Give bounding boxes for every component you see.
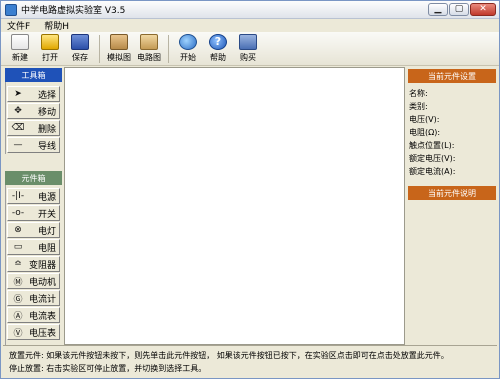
eraser-icon: ⌫ <box>11 123 25 133</box>
circuit-diagram-button[interactable]: 电路图 <box>134 32 164 66</box>
toolbox-header: 工具箱 <box>5 68 62 82</box>
help-label: 帮助 <box>210 53 226 62</box>
prop-rated-current: 额定电流(A): <box>409 167 456 176</box>
open-button[interactable]: 打开 <box>35 32 65 66</box>
lamp-icon: ⊗ <box>14 225 22 235</box>
wire-icon: — <box>13 140 23 150</box>
new-file-icon <box>11 34 29 50</box>
component-voltmeter-button[interactable]: Ⓥ 电压表 <box>7 324 60 340</box>
component-label: 变阻器 <box>29 260 57 271</box>
toolbar-separator <box>99 35 100 63</box>
title-bar: 中学电路虚拟实验室 V3.5 ▁ ▢ ✕ <box>1 1 499 19</box>
rheostat-icon: ≏ <box>14 259 22 269</box>
component-label: 开关 <box>37 209 56 220</box>
menu-file[interactable]: 文件F <box>7 19 30 32</box>
resistor-icon: ▭ <box>13 242 23 252</box>
new-button[interactable]: 新建 <box>5 32 35 66</box>
close-button[interactable]: ✕ <box>470 3 496 16</box>
circuit-diagram-icon <box>140 34 158 50</box>
sim-diagram-button[interactable]: 模拟图 <box>104 32 134 66</box>
prop-name: 名称: <box>409 89 428 98</box>
properties-panel: 当前元件设置 名称: 类别: 电压(V): 电阻(Ω): 触点位置(L): 额定… <box>406 67 499 345</box>
sim-diagram-label: 模拟图 <box>107 53 131 62</box>
toolbar-separator <box>168 35 169 63</box>
status-line-stop: 停止放置: 右击实验区可停止放置，并切换到选择工具。 <box>9 364 207 373</box>
help-icon: ? <box>209 34 227 50</box>
help-button[interactable]: ? 帮助 <box>203 32 233 66</box>
voltmeter-icon: Ⓥ <box>13 328 23 339</box>
components-header: 元件箱 <box>5 171 62 185</box>
galvanometer-icon: Ⓖ <box>13 294 23 305</box>
window-title: 中学电路虚拟实验室 V3.5 <box>21 6 126 16</box>
ammeter-icon: Ⓐ <box>13 311 23 322</box>
component-label: 电阻 <box>37 243 56 254</box>
buy-label: 购买 <box>240 53 256 62</box>
circuit-diagram-label: 电路图 <box>137 53 161 62</box>
battery-icon: -|I- <box>11 191 25 201</box>
move-tool-label: 移动 <box>37 107 56 118</box>
app-window: 中学电路虚拟实验室 V3.5 ▁ ▢ ✕ 文件F 帮助H 新建 打开 保存 模拟… <box>0 0 500 379</box>
maximize-button[interactable]: ▢ <box>449 3 469 16</box>
save-label: 保存 <box>72 53 88 62</box>
component-label: 电流计 <box>29 294 57 305</box>
select-tool-button[interactable]: ➤ 选择 <box>7 86 60 102</box>
save-button[interactable]: 保存 <box>65 32 95 66</box>
component-galvanometer-button[interactable]: Ⓖ 电流计 <box>7 290 60 306</box>
prop-resistance: 电阻(Ω): <box>409 128 441 137</box>
component-resistor-button[interactable]: ▭ 电阻 <box>7 239 60 255</box>
window-controls: ▁ ▢ ✕ <box>428 3 496 16</box>
menu-bar: 文件F 帮助H <box>1 19 499 32</box>
status-area: 放置元件: 如果该元件按钮未按下，则先单击此元件按钮， 如果该元件按钮已按下，在… <box>3 345 497 377</box>
move-tool-button[interactable]: ✥ 移动 <box>7 103 60 119</box>
folder-icon <box>41 34 59 50</box>
component-battery-button[interactable]: -|I- 电源 <box>7 188 60 204</box>
component-label: 电源 <box>37 192 56 203</box>
buy-button[interactable]: 购买 <box>233 32 263 66</box>
minimize-button[interactable]: ▁ <box>428 3 448 16</box>
start-button[interactable]: 开始 <box>173 32 203 66</box>
save-icon <box>71 34 89 50</box>
buy-icon <box>239 34 257 50</box>
select-tool-label: 选择 <box>37 90 56 101</box>
component-label: 电灯 <box>37 226 56 237</box>
app-icon <box>5 3 17 16</box>
prop-category: 类别: <box>409 102 428 111</box>
delete-tool-button[interactable]: ⌫ 删除 <box>7 120 60 136</box>
experiment-canvas[interactable] <box>64 67 405 345</box>
component-lamp-button[interactable]: ⊗ 电灯 <box>7 222 60 238</box>
sim-diagram-icon <box>110 34 128 50</box>
move-icon: ✥ <box>14 106 22 116</box>
current-desc-header: 当前元件说明 <box>408 186 496 200</box>
wire-tool-button[interactable]: — 导线 <box>7 137 60 153</box>
component-rheostat-button[interactable]: ≏ 变阻器 <box>7 256 60 272</box>
toolbar: 新建 打开 保存 模拟图 电路图 开始 ? 帮助 购买 <box>1 32 499 66</box>
status-line-place: 放置元件: 如果该元件按钮未按下，则先单击此元件按钮， 如果该元件按钮已按下，在… <box>9 351 449 360</box>
component-switch-button[interactable]: -o- 开关 <box>7 205 60 221</box>
delete-tool-label: 删除 <box>37 124 56 135</box>
prop-voltage: 电压(V): <box>409 115 440 124</box>
prop-rated-voltage: 额定电压(V): <box>409 154 456 163</box>
switch-icon: -o- <box>11 208 25 218</box>
arrow-icon: ➤ <box>14 89 22 99</box>
open-label: 打开 <box>42 53 58 62</box>
component-label: 电流表 <box>29 311 57 322</box>
component-label: 电动机 <box>29 277 57 288</box>
start-label: 开始 <box>180 53 196 62</box>
menu-help[interactable]: 帮助H <box>44 19 69 32</box>
wire-tool-label: 导线 <box>37 141 56 152</box>
motor-icon: Ⓜ <box>13 277 23 288</box>
new-label: 新建 <box>12 53 28 62</box>
current-settings-header: 当前元件设置 <box>408 69 496 83</box>
component-label: 电压表 <box>29 328 57 339</box>
component-ammeter-button[interactable]: Ⓐ 电流表 <box>7 307 60 323</box>
component-motor-button[interactable]: Ⓜ 电动机 <box>7 273 60 289</box>
prop-contact: 触点位置(L): <box>409 141 455 150</box>
globe-icon <box>179 34 197 50</box>
